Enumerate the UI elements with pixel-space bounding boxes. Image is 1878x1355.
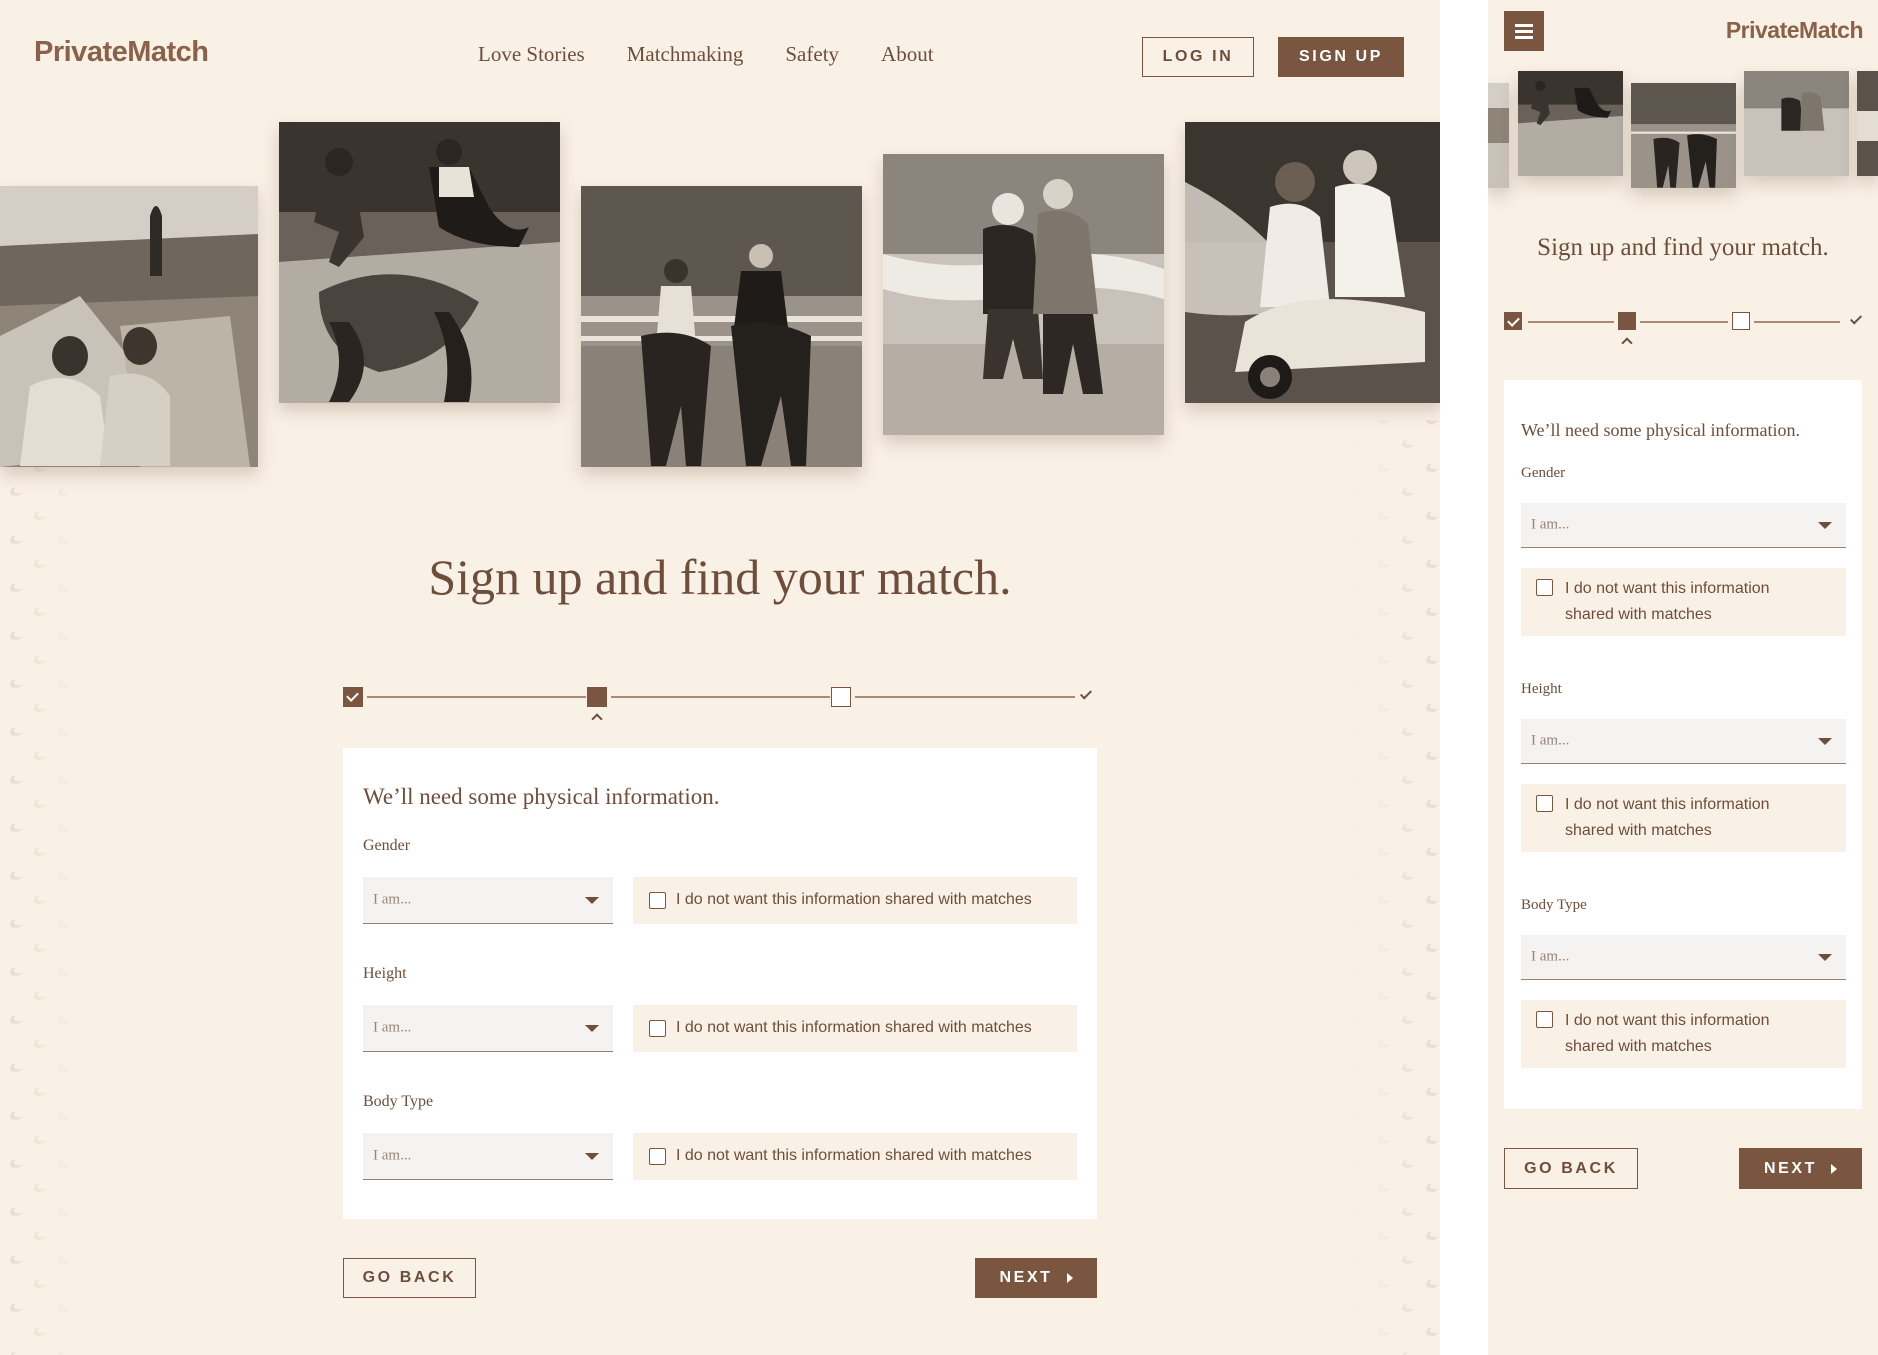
next-label: NEXT <box>999 1269 1053 1286</box>
physical-info-card: We’ll need some physical information. Ge… <box>343 748 1097 1219</box>
chevron-down-icon <box>585 1025 599 1032</box>
step-2-current <box>1618 312 1636 330</box>
finish-check-icon <box>1079 687 1093 700</box>
current-step-indicator-icon <box>1621 337 1633 349</box>
photo-partial-left <box>1488 83 1509 188</box>
chevron-down-icon <box>1818 522 1832 529</box>
nav-item-matchmaking[interactable]: Matchmaking <box>627 42 744 67</box>
height-label: Height <box>1521 681 1562 697</box>
gender-optout-line-2: shared with matches <box>1565 606 1712 623</box>
height-placeholder: I am... <box>373 1019 412 1036</box>
gender-label: Gender <box>1521 465 1566 481</box>
body-type-optout[interactable]: I do not want this information shared wi… <box>1521 1000 1846 1068</box>
signup-stepper <box>343 687 1096 727</box>
photo-couple-deckchairs <box>0 186 258 467</box>
mobile-view: PrivateMatch Sign up and find your match… <box>1488 0 1878 1355</box>
body-type-optout[interactable]: I do not want this information shared wi… <box>633 1133 1077 1180</box>
next-label: NEXT <box>1763 1159 1818 1177</box>
next-button[interactable]: NEXT <box>975 1258 1097 1298</box>
section-title: We’ll need some physical information. <box>1521 420 1800 440</box>
step-3-pending <box>831 687 851 707</box>
next-button[interactable]: NEXT <box>1739 1148 1862 1189</box>
gender-placeholder: I am... <box>373 891 412 908</box>
height-placeholder: I am... <box>1531 732 1570 749</box>
gender-optout[interactable]: I do not want this information shared wi… <box>633 877 1077 924</box>
chevron-down-icon <box>585 897 599 904</box>
gender-select[interactable]: I am... <box>363 877 613 924</box>
height-optout-label: I do not want this information shared wi… <box>676 1019 1032 1036</box>
arrow-right-icon <box>1066 1273 1073 1283</box>
gender-select[interactable]: I am... <box>1521 503 1846 548</box>
height-optout-line-2: shared with matches <box>1565 822 1712 839</box>
photo-couple-horseback <box>1631 83 1736 188</box>
gender-optout-checkbox[interactable] <box>649 892 666 909</box>
body-type-optout-checkbox[interactable] <box>649 1148 666 1165</box>
current-step-indicator-icon <box>591 713 603 725</box>
body-type-placeholder: I am... <box>373 1147 412 1164</box>
brand-logo[interactable]: PrivateMatch <box>1726 17 1864 44</box>
body-type-optout-checkbox[interactable] <box>1536 1011 1553 1028</box>
step-3-pending <box>1732 312 1750 330</box>
go-back-label: GO BACK <box>362 1269 457 1286</box>
page-title: Sign up and find your match. <box>1537 234 1829 261</box>
photo-couple-jumping-puddle <box>1518 71 1623 176</box>
signup-stepper <box>1504 312 1864 352</box>
body-type-label: Body Type <box>363 1093 434 1110</box>
chevron-down-icon <box>585 1153 599 1160</box>
go-back-button[interactable]: GO BACK <box>1504 1148 1638 1189</box>
nav-item-about[interactable]: About <box>881 42 934 67</box>
body-type-optout-line-1: I do not want this information <box>1565 1012 1770 1029</box>
finish-check-icon <box>1849 312 1863 325</box>
chevron-down-icon <box>1818 954 1832 961</box>
step-2-current <box>587 687 607 707</box>
body-type-select[interactable]: I am... <box>363 1133 613 1180</box>
login-button[interactable]: LOG IN <box>1142 37 1254 77</box>
nav-item-safety[interactable]: Safety <box>785 42 839 67</box>
photo-couple-dancing-beach <box>1744 71 1849 176</box>
main-nav: Love Stories Matchmaking Safety About <box>478 42 934 67</box>
go-back-button[interactable]: GO BACK <box>343 1258 476 1298</box>
chevron-down-icon <box>1818 738 1832 745</box>
body-type-label: Body Type <box>1521 897 1587 913</box>
physical-info-card: We’ll need some physical information. Ge… <box>1504 380 1862 1109</box>
gender-optout[interactable]: I do not want this information shared wi… <box>1521 568 1846 636</box>
brand-logo[interactable]: PrivateMatch <box>34 36 209 69</box>
gender-placeholder: I am... <box>1531 516 1570 533</box>
height-select[interactable]: I am... <box>363 1005 613 1052</box>
page-title: Sign up and find your match. <box>428 549 1012 605</box>
height-optout-checkbox[interactable] <box>649 1020 666 1037</box>
gender-optout-label: I do not want this information shared wi… <box>676 891 1032 908</box>
gender-optout-checkbox[interactable] <box>1536 579 1553 596</box>
desktop-view: PrivateMatch Love Stories Matchmaking Sa… <box>0 0 1440 1355</box>
arrow-right-icon <box>1831 1163 1838 1174</box>
step-1-complete <box>1504 312 1522 330</box>
photo-couple-vespa <box>1185 122 1440 403</box>
go-back-label: GO BACK <box>1524 1159 1618 1177</box>
gender-optout-line-1: I do not want this information <box>1565 580 1770 597</box>
step-1-complete <box>343 687 363 707</box>
section-title: We’ll need some physical information. <box>363 784 720 809</box>
height-label: Height <box>363 965 407 982</box>
height-optout[interactable]: I do not want this information shared wi… <box>1521 784 1846 852</box>
photo-couple-jumping-puddle <box>279 122 560 403</box>
height-select[interactable]: I am... <box>1521 719 1846 764</box>
hamburger-menu-button[interactable] <box>1504 11 1544 51</box>
body-type-optout-line-2: shared with matches <box>1565 1038 1712 1055</box>
height-optout-line-1: I do not want this information <box>1565 796 1770 813</box>
photo-couple-horseback <box>581 186 862 467</box>
gender-label: Gender <box>363 837 411 854</box>
photo-partial-right <box>1857 71 1878 176</box>
body-type-select[interactable]: I am... <box>1521 935 1846 980</box>
body-type-optout-label: I do not want this information shared wi… <box>676 1147 1032 1164</box>
nav-item-love-stories[interactable]: Love Stories <box>478 42 585 67</box>
photo-couple-dancing-beach <box>883 154 1164 435</box>
signup-button[interactable]: SIGN UP <box>1278 37 1404 77</box>
height-optout-checkbox[interactable] <box>1536 795 1553 812</box>
height-optout[interactable]: I do not want this information shared wi… <box>633 1005 1077 1052</box>
body-type-placeholder: I am... <box>1531 948 1570 965</box>
